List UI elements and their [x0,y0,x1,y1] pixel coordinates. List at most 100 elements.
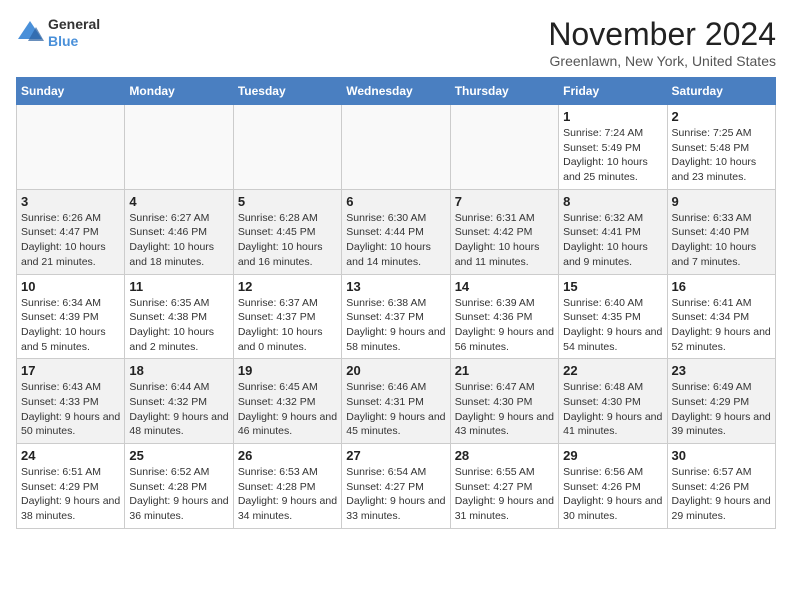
day-info: Sunrise: 6:32 AM Sunset: 4:41 PM Dayligh… [563,211,662,270]
calendar-cell: 29 Sunrise: 6:56 AM Sunset: 4:26 PM Dayli… [559,444,667,529]
location: Greenlawn, New York, United States [548,53,776,69]
day-info: Sunrise: 6:47 AM Sunset: 4:30 PM Dayligh… [455,380,554,439]
day-number: 21 [455,363,554,378]
day-number: 7 [455,194,554,209]
calendar-cell [125,105,233,190]
day-number: 17 [21,363,120,378]
calendar-cell: 12 Sunrise: 6:37 AM Sunset: 4:37 PM Dayli… [233,274,341,359]
day-info: Sunrise: 6:30 AM Sunset: 4:44 PM Dayligh… [346,211,445,270]
day-info: Sunrise: 6:41 AM Sunset: 4:34 PM Dayligh… [672,296,771,355]
calendar-header-thursday: Thursday [450,78,558,105]
day-info: Sunrise: 6:46 AM Sunset: 4:31 PM Dayligh… [346,380,445,439]
day-info: Sunrise: 6:26 AM Sunset: 4:47 PM Dayligh… [21,211,120,270]
calendar-cell: 26Sunrise: 6:53 AM Sunset: 4:28 PM Dayli… [233,444,341,529]
day-info: Sunrise: 6:28 AM Sunset: 4:45 PM Dayligh… [238,211,337,270]
day-number: 28 [455,448,554,463]
calendar-cell [450,105,558,190]
page-header: General Blue November 2024 Greenlawn, Ne… [16,16,776,69]
calendar-header-sunday: Sunday [17,78,125,105]
logo: General Blue [16,16,100,50]
calendar-cell: 15 Sunrise: 6:40 AM Sunset: 4:35 PM Dayli… [559,274,667,359]
calendar-cell: 19 Sunrise: 6:45 AM Sunset: 4:32 PM Dayli… [233,359,341,444]
calendar-cell: 24 Sunrise: 6:51 AM Sunset: 4:29 PM Dayli… [17,444,125,529]
calendar-header-saturday: Saturday [667,78,775,105]
calendar-cell: 1 Sunrise: 7:24 AM Sunset: 5:49 PM Daylig… [559,105,667,190]
calendar-week-3: 17Sunrise: 6:43 AM Sunset: 4:33 PM Dayli… [17,359,776,444]
calendar-cell: 13Sunrise: 6:38 AM Sunset: 4:37 PM Dayli… [342,274,450,359]
day-number: 30 [672,448,771,463]
day-info: Sunrise: 6:56 AM Sunset: 4:26 PM Dayligh… [563,465,662,524]
day-info: Sunrise: 6:54 AM Sunset: 4:27 PM Dayligh… [346,465,445,524]
day-number: 8 [563,194,662,209]
calendar-cell: 4 Sunrise: 6:27 AM Sunset: 4:46 PM Daylig… [125,189,233,274]
day-number: 1 [563,109,662,124]
calendar-header-wednesday: Wednesday [342,78,450,105]
day-number: 4 [129,194,228,209]
calendar-cell [342,105,450,190]
calendar-cell: 21 Sunrise: 6:47 AM Sunset: 4:30 PM Dayli… [450,359,558,444]
day-number: 3 [21,194,120,209]
calendar-header-tuesday: Tuesday [233,78,341,105]
day-info: Sunrise: 6:27 AM Sunset: 4:46 PM Dayligh… [129,211,228,270]
day-info: Sunrise: 6:49 AM Sunset: 4:29 PM Dayligh… [672,380,771,439]
day-number: 11 [129,279,228,294]
calendar-header-row: SundayMondayTuesdayWednesdayThursdayFrid… [17,78,776,105]
day-info: Sunrise: 6:51 AM Sunset: 4:29 PM Dayligh… [21,465,120,524]
calendar-week-1: 3 Sunrise: 6:26 AM Sunset: 4:47 PM Daylig… [17,189,776,274]
day-info: Sunrise: 6:38 AM Sunset: 4:37 PM Dayligh… [346,296,445,355]
logo-icon [16,19,44,47]
calendar-cell: 3 Sunrise: 6:26 AM Sunset: 4:47 PM Daylig… [17,189,125,274]
calendar-header-monday: Monday [125,78,233,105]
day-number: 24 [21,448,120,463]
calendar-cell: 8 Sunrise: 6:32 AM Sunset: 4:41 PM Daylig… [559,189,667,274]
calendar-cell: 25 Sunrise: 6:52 AM Sunset: 4:28 PM Dayli… [125,444,233,529]
day-number: 10 [21,279,120,294]
day-number: 20 [346,363,445,378]
calendar-cell: 5 Sunrise: 6:28 AM Sunset: 4:45 PM Daylig… [233,189,341,274]
day-number: 12 [238,279,337,294]
title-section: November 2024 Greenlawn, New York, Unite… [548,16,776,69]
calendar-cell: 6 Sunrise: 6:30 AM Sunset: 4:44 PM Daylig… [342,189,450,274]
calendar-cell: 14Sunrise: 6:39 AM Sunset: 4:36 PM Dayli… [450,274,558,359]
day-number: 19 [238,363,337,378]
day-number: 5 [238,194,337,209]
day-info: Sunrise: 6:44 AM Sunset: 4:32 PM Dayligh… [129,380,228,439]
day-info: Sunrise: 6:52 AM Sunset: 4:28 PM Dayligh… [129,465,228,524]
day-number: 26 [238,448,337,463]
day-number: 25 [129,448,228,463]
day-info: Sunrise: 7:24 AM Sunset: 5:49 PM Dayligh… [563,126,662,185]
calendar: SundayMondayTuesdayWednesdayThursdayFrid… [16,77,776,529]
calendar-cell: 7 Sunrise: 6:31 AM Sunset: 4:42 PM Daylig… [450,189,558,274]
day-number: 23 [672,363,771,378]
calendar-cell: 10 Sunrise: 6:34 AM Sunset: 4:39 PM Dayli… [17,274,125,359]
day-number: 22 [563,363,662,378]
day-number: 16 [672,279,771,294]
calendar-cell: 16 Sunrise: 6:41 AM Sunset: 4:34 PM Dayli… [667,274,775,359]
day-info: Sunrise: 7:25 AM Sunset: 5:48 PM Dayligh… [672,126,771,185]
day-info: Sunrise: 6:35 AM Sunset: 4:38 PM Dayligh… [129,296,228,355]
day-info: Sunrise: 6:31 AM Sunset: 4:42 PM Dayligh… [455,211,554,270]
calendar-cell: 28Sunrise: 6:55 AM Sunset: 4:27 PM Dayli… [450,444,558,529]
day-number: 29 [563,448,662,463]
calendar-week-2: 10 Sunrise: 6:34 AM Sunset: 4:39 PM Dayli… [17,274,776,359]
day-info: Sunrise: 6:57 AM Sunset: 4:26 PM Dayligh… [672,465,771,524]
calendar-cell: 23 Sunrise: 6:49 AM Sunset: 4:29 PM Dayli… [667,359,775,444]
day-info: Sunrise: 6:45 AM Sunset: 4:32 PM Dayligh… [238,380,337,439]
month-title: November 2024 [548,16,776,53]
day-number: 18 [129,363,228,378]
day-number: 15 [563,279,662,294]
day-number: 6 [346,194,445,209]
calendar-cell: 11 Sunrise: 6:35 AM Sunset: 4:38 PM Dayli… [125,274,233,359]
day-info: Sunrise: 6:40 AM Sunset: 4:35 PM Dayligh… [563,296,662,355]
calendar-cell: 17Sunrise: 6:43 AM Sunset: 4:33 PM Dayli… [17,359,125,444]
calendar-cell [17,105,125,190]
day-number: 2 [672,109,771,124]
day-info: Sunrise: 6:34 AM Sunset: 4:39 PM Dayligh… [21,296,120,355]
calendar-cell: 22Sunrise: 6:48 AM Sunset: 4:30 PM Dayli… [559,359,667,444]
calendar-cell: 30 Sunrise: 6:57 AM Sunset: 4:26 PM Dayli… [667,444,775,529]
day-info: Sunrise: 6:37 AM Sunset: 4:37 PM Dayligh… [238,296,337,355]
calendar-cell: 27Sunrise: 6:54 AM Sunset: 4:27 PM Dayli… [342,444,450,529]
calendar-week-0: 1 Sunrise: 7:24 AM Sunset: 5:49 PM Daylig… [17,105,776,190]
day-info: Sunrise: 6:33 AM Sunset: 4:40 PM Dayligh… [672,211,771,270]
day-number: 9 [672,194,771,209]
